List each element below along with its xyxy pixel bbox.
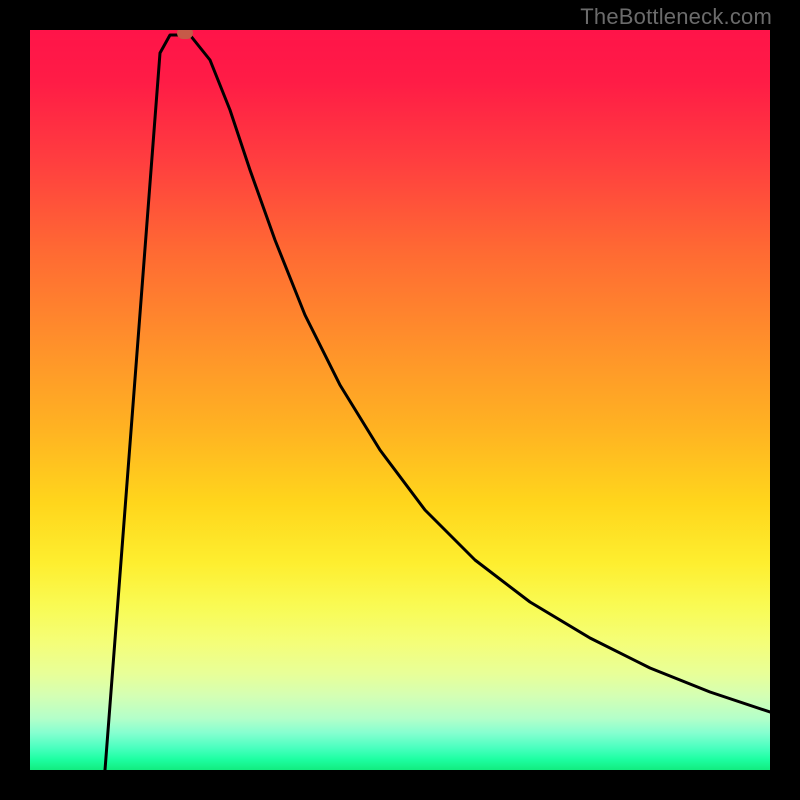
chart-container: TheBottleneck.com [0, 0, 800, 800]
plot-area [30, 30, 770, 770]
minimum-marker [177, 30, 193, 39]
watermark-text: TheBottleneck.com [580, 4, 772, 30]
gradient-background [30, 30, 770, 770]
